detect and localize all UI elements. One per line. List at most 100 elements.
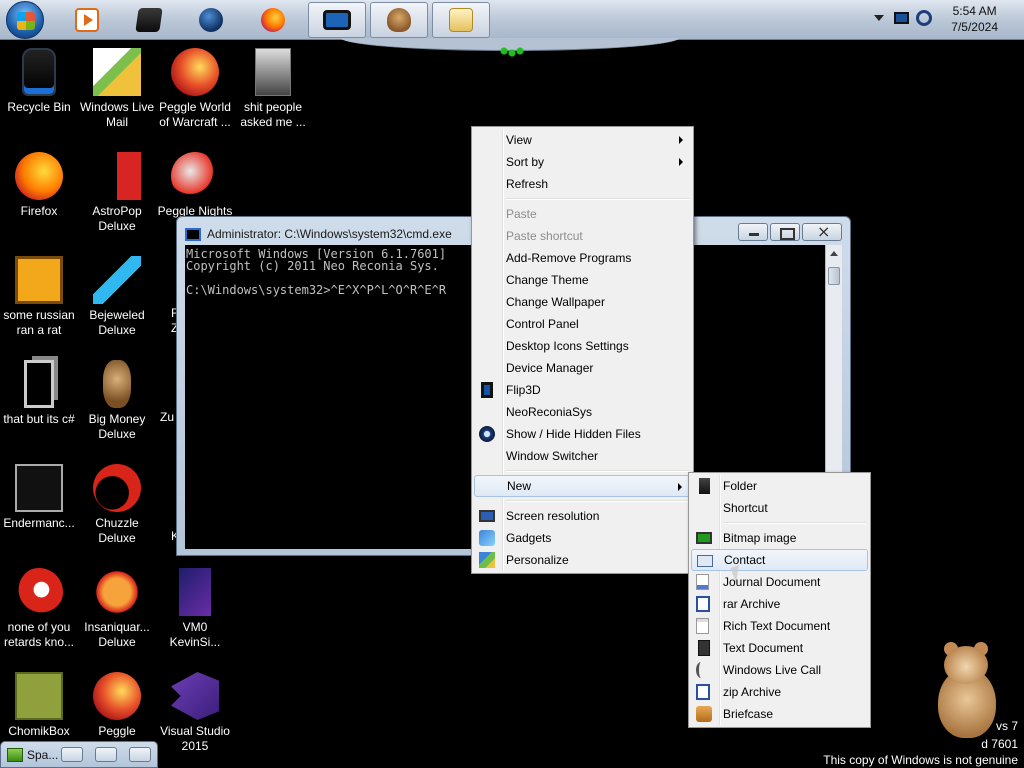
desktop-icon-chuzzle[interactable]: Chuzzle Deluxe [78, 464, 156, 546]
desktop-icon-peggle-wow[interactable]: Peggle World of Warcraft ... [156, 48, 234, 130]
menu-item-sort-by[interactable]: Sort by [474, 151, 691, 173]
personalize-icon [479, 552, 495, 568]
globe-icon [199, 8, 223, 32]
taskbar-media-player[interactable] [58, 2, 116, 38]
menu-item-change-wallpaper[interactable]: Change Wallpaper [474, 291, 691, 313]
new-submenu: Folder Shortcut Bitmap image Contact Jou… [688, 472, 871, 728]
menu-item-flip3d[interactable]: Flip3D [474, 379, 691, 401]
taskbar-black-box[interactable] [120, 2, 178, 38]
cmd-icon [185, 227, 201, 241]
desktop-icon-label: Bejeweled Deluxe [89, 308, 145, 337]
menu-item-screen-resolution[interactable]: Screen resolution [474, 505, 691, 527]
folder-icon [699, 478, 710, 494]
desktop-icon-label: Peggle World of Warcraft ... [159, 100, 231, 129]
desktop-icon-insaniquarium[interactable]: Insaniquar... Deluxe [78, 568, 156, 650]
astropop-icon [93, 152, 141, 200]
menu-item-gadgets[interactable]: Gadgets [474, 527, 691, 549]
taskbar-cmd[interactable] [308, 2, 366, 38]
display-tray-icon[interactable] [894, 12, 909, 24]
new-item-zip-archive[interactable]: zip Archive [691, 681, 868, 703]
desktop-icon-recycle-bin[interactable]: Recycle Bin [0, 48, 78, 115]
menu-item-new[interactable]: New [474, 475, 691, 497]
taskbar-folder-window[interactable] [432, 2, 490, 38]
desktop-icon-label: Firefox [20, 204, 58, 218]
close-button[interactable] [802, 222, 842, 241]
desktop-icon-windows-live-mail[interactable]: Windows Live Mail [78, 48, 156, 130]
insaniquarium-icon [93, 568, 141, 616]
desktop-icon-peggle-nights[interactable]: Peggle Nights [156, 152, 234, 219]
network-tray-icon[interactable] [916, 10, 932, 26]
taskbar-firefox[interactable] [244, 2, 302, 38]
desktop-icon-label: some russian ran a rat [3, 308, 75, 337]
hamster-desktop-pet[interactable] [928, 640, 1006, 740]
desktop-icon-endermanc[interactable]: Endermanc... [0, 464, 78, 531]
desktop-icon-none-of-you[interactable]: none of you retards kno... [0, 568, 78, 650]
menu-item-label: Show / Hide Hidden Files [506, 427, 641, 441]
new-item-shortcut[interactable]: Shortcut [691, 497, 868, 519]
desktop-icon-astropop[interactable]: AstroPop Deluxe [78, 152, 156, 234]
menu-item-personalize[interactable]: Personalize [474, 549, 691, 571]
menu-item-show-hide-hidden-files[interactable]: Show / Hide Hidden Files [474, 423, 691, 445]
flip3d-icon [481, 382, 493, 398]
cmd-title-bar[interactable]: Administrator: C:\Windows\system32\cmd.e… [185, 225, 452, 243]
menu-item-window-switcher[interactable]: Window Switcher [474, 445, 691, 467]
new-item-windows-live-call[interactable]: Windows Live Call [691, 659, 868, 681]
desktop-icon-label: Chuzzle Deluxe [95, 516, 139, 545]
desktop-icon-some-russian[interactable]: some russian ran a rat [0, 256, 78, 338]
desktop-icon-visual-studio[interactable]: Visual Studio 2015 [156, 672, 234, 754]
desktop-icon-that-but-its-csharp[interactable]: that but its c# [0, 360, 78, 427]
windows-logo-icon [17, 12, 35, 30]
menu-item-label: Personalize [506, 553, 569, 567]
desktop-icon-firefox[interactable]: Firefox [0, 152, 78, 219]
restore-button[interactable] [61, 747, 83, 762]
submenu-arrow-icon [679, 136, 683, 144]
desktop-icon-label: AstroPop Deluxe [92, 204, 142, 233]
menu-item-view[interactable]: View [474, 129, 691, 151]
taskbar-globe[interactable] [182, 2, 240, 38]
menu-item-change-theme[interactable]: Change Theme [474, 269, 691, 291]
desktop-icon-big-money[interactable]: Big Money Deluxe [78, 360, 156, 442]
minimized-window[interactable]: Spa... [0, 741, 158, 768]
menu-item-add-remove-programs[interactable]: Add-Remove Programs [474, 247, 691, 269]
menu-item-label: New [507, 479, 532, 493]
desktop-icon-vm0[interactable]: VM0 KevinSi... [156, 568, 234, 650]
clock[interactable]: 5:54 AM 7/5/2024 [951, 3, 998, 35]
scroll-up-arrow-icon[interactable] [830, 251, 838, 256]
menu-item-paste: Paste [474, 203, 691, 225]
menu-item-label: Control Panel [506, 317, 579, 331]
big-money-icon [103, 360, 131, 408]
visual-studio-icon [171, 672, 219, 720]
taskbar-hamster[interactable] [370, 2, 428, 38]
new-item-bitmap-image[interactable]: Bitmap image [691, 527, 868, 549]
new-item-rar-archive[interactable]: rar Archive [691, 593, 868, 615]
desktop-icon-chomikbox[interactable]: ChomikBox [0, 672, 78, 739]
scroll-thumb[interactable] [828, 267, 840, 285]
new-item-folder[interactable]: Folder [691, 475, 868, 497]
menu-item-label: View [506, 133, 532, 147]
menu-separator [691, 519, 868, 527]
gadgets-icon [479, 530, 495, 546]
maximize-button[interactable] [95, 747, 117, 762]
menu-item-control-panel[interactable]: Control Panel [474, 313, 691, 335]
desktop: 5:54 AM 7/5/2024 Recycle Bin Windows Liv… [0, 0, 1024, 768]
desktop-icon-shit-people-asked[interactable]: shit people asked me ... [234, 48, 312, 130]
desktop-icon-label: Visual Studio 2015 [160, 724, 230, 753]
new-item-journal-document[interactable]: Journal Document [691, 571, 868, 593]
new-item-rich-text-document[interactable]: Rich Text Document [691, 615, 868, 637]
new-item-briefcase[interactable]: Briefcase [691, 703, 868, 725]
hamster-icon [387, 8, 411, 32]
start-button[interactable] [6, 1, 44, 39]
watermark-line1: vs 7 [995, 719, 1018, 733]
shortcut-icon [15, 256, 63, 304]
minimize-button[interactable] [738, 223, 768, 241]
close-button[interactable] [129, 747, 151, 762]
new-item-contact[interactable]: Contact [691, 549, 868, 571]
menu-item-neoreconiasys[interactable]: NeoReconiaSys [474, 401, 691, 423]
show-hidden-icons-arrow[interactable] [874, 15, 884, 21]
menu-item-device-manager[interactable]: Device Manager [474, 357, 691, 379]
maximize-button[interactable] [770, 223, 800, 241]
new-item-text-document[interactable]: Text Document [691, 637, 868, 659]
menu-item-desktop-icons-settings[interactable]: Desktop Icons Settings [474, 335, 691, 357]
menu-item-refresh[interactable]: Refresh [474, 173, 691, 195]
desktop-icon-bejeweled[interactable]: Bejeweled Deluxe [78, 256, 156, 338]
